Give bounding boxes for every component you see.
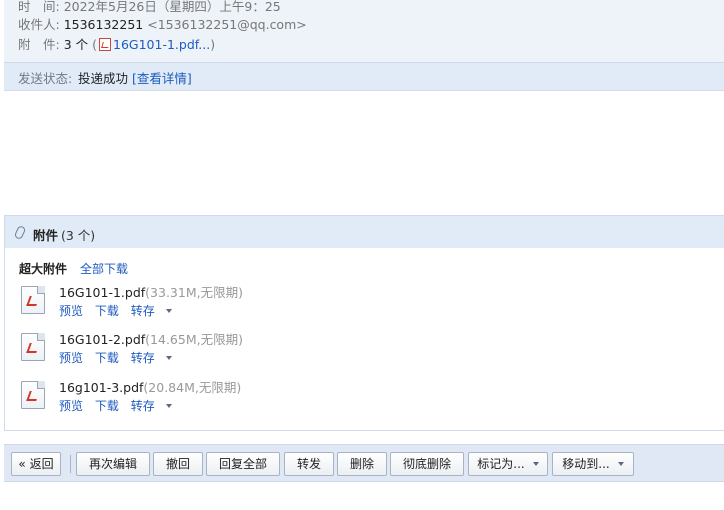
save-to-dropdown[interactable]: 转存 [131,399,180,413]
status-label: 发送状态: [18,71,73,86]
download-link[interactable]: 下载 [95,351,119,365]
download-all-link[interactable]: 全部下载 [80,260,128,277]
recipient-row: 收件人: 1536132251 <1536132251@qq.com> [18,16,307,34]
move-to-dropdown[interactable]: 移动到... [552,452,634,476]
super-attachment-label: 超大附件 [19,262,68,276]
pdf-file-icon[interactable] [21,333,45,361]
preview-link[interactable]: 预览 [59,351,83,365]
forward-button[interactable]: 转发 [284,452,334,476]
paperclip-icon [13,224,27,241]
mark-as-dropdown[interactable]: 标记为... [468,452,548,476]
toolbar-divider [70,455,71,473]
file-name[interactable]: 16G101-1.pdf [59,285,145,300]
attachment-item: 16G101-2.pdf(14.65M,无限期) 预览 下载 转存 [19,329,519,373]
file-name[interactable]: 16g101-3.pdf [59,380,143,395]
pdf-file-icon[interactable] [21,286,45,314]
file-name[interactable]: 16G101-2.pdf [59,332,145,347]
caret-down-icon [532,462,539,466]
caret-down-icon [165,404,172,408]
save-to-dropdown[interactable]: 转存 [131,351,180,365]
file-actions: 预览 下载 转存 [59,302,188,319]
preview-link[interactable]: 预览 [59,304,83,318]
preview-link[interactable]: 预览 [59,399,83,413]
attachments-title: 附件 [33,228,59,243]
attachments-panel: 附件 (3 个) 超大附件 全部下载 16G101-1.pdf(33.31M,无… [4,215,724,431]
time-label: 时 间: [18,0,60,14]
file-name-line: 16G101-1.pdf(33.31M,无限期) [59,282,243,301]
attachment-count: 3 个 [63,37,89,52]
pdf-icon [99,38,112,51]
attachment-close-paren: ) [210,37,216,52]
recall-button[interactable]: 撤回 [153,452,203,476]
caret-down-icon [165,356,172,360]
caret-down-icon [165,309,172,313]
reedit-button[interactable]: 再次编辑 [76,452,150,476]
attachment-item: 16G101-1.pdf(33.31M,无限期) 预览 下载 转存 [19,282,519,326]
delete-permanently-button[interactable]: 彻底删除 [390,452,464,476]
attachments-count: (3 个) [61,228,96,243]
caret-down-icon [617,462,624,466]
file-actions: 预览 下载 转存 [59,349,188,366]
recipient-label: 收件人: [18,17,60,32]
status-detail-link[interactable]: [查看详情] [132,71,192,86]
recipient-name[interactable]: 1536132251 [64,17,144,32]
attachment-label: 附 件: [18,37,60,52]
attachment-first-link[interactable]: 16G101-1.pdf... [113,37,210,52]
back-button[interactable]: « 返回 [11,452,61,476]
time-value: 2022年5月26日（星期四）上午9：25 [63,0,281,14]
move-to-label: 移动到... [562,457,610,471]
file-name-line: 16g101-3.pdf(20.84M,无限期) [59,377,241,396]
recipient-email: <1536132251@qq.com> [147,17,307,32]
file-meta: (33.31M,无限期) [145,285,243,300]
file-meta: (14.65M,无限期) [145,332,243,347]
status-text: 投递成功 [78,71,129,86]
status-value: 投递成功 [查看详情] [78,68,192,87]
attachments-header: 附件 (3 个) [5,216,724,248]
save-to-dropdown[interactable]: 转存 [131,304,180,318]
delete-button[interactable]: 删除 [337,452,387,476]
attachment-row: 附 件: 3 个 (16G101-1.pdf...) [18,36,215,54]
download-link[interactable]: 下载 [95,399,119,413]
download-link[interactable]: 下载 [95,304,119,318]
attachment-item: 16g101-3.pdf(20.84M,无限期) 预览 下载 转存 [19,377,519,421]
file-name-line: 16G101-2.pdf(14.65M,无限期) [59,329,243,348]
save-to-label: 转存 [130,399,155,413]
mark-as-label: 标记为... [477,457,525,471]
action-toolbar: « 返回 再次编辑 撤回 回复全部 转发 删除 彻底删除 标记为... 移动到.… [4,444,724,482]
file-actions: 预览 下载 转存 [59,397,188,414]
time-row: 时 间: 2022年5月26日（星期四）上午9：25 [18,0,281,16]
save-to-label: 转存 [130,304,155,318]
file-meta: (20.84M,无限期) [143,380,242,395]
reply-all-button[interactable]: 回复全部 [206,452,280,476]
pdf-file-icon[interactable] [21,381,45,409]
send-status-bar: 发送状态: 投递成功 [查看详情] [4,62,724,90]
attachment-open-paren: ( [92,37,98,52]
save-to-label: 转存 [130,351,155,365]
